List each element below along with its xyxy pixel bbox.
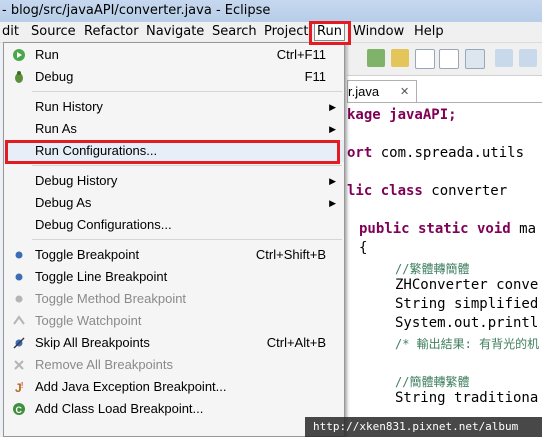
menu-item-skip-all-breakpoints[interactable]: Skip All Breakpoints Ctrl+Alt+B xyxy=(4,332,344,354)
menu-item-debug-configurations[interactable]: Debug Configurations... xyxy=(4,214,344,236)
code-comment: /* 輸出結果: 有背光的机 xyxy=(395,337,540,351)
menu-refactor[interactable]: Refactor xyxy=(82,22,141,42)
tab-divider xyxy=(347,102,542,103)
code-comment: //繁體轉簡體 xyxy=(395,262,470,276)
menu-item-debug[interactable]: Debug F11 xyxy=(4,66,344,88)
menu-item-run-history[interactable]: Run History ▶ xyxy=(4,96,344,118)
code-line: String simplified xyxy=(395,296,539,312)
menu-item-remove-all-breakpoints: Remove All Breakpoints xyxy=(4,354,344,376)
svg-text:!: ! xyxy=(21,381,23,390)
code-line: kage javaAPI; xyxy=(347,107,457,123)
svg-text:C: C xyxy=(16,405,23,415)
menu-item-add-java-exception-breakpoint[interactable]: J! Add Java Exception Breakpoint... xyxy=(4,376,344,398)
menu-item-debug-history[interactable]: Debug History ▶ xyxy=(4,170,344,192)
run-configurations-highlight-box xyxy=(5,140,340,164)
toolbar-view-icon[interactable] xyxy=(465,49,485,69)
run-icon xyxy=(13,49,25,61)
menu-navigate[interactable]: Navigate xyxy=(144,22,206,42)
menu-search[interactable]: Search xyxy=(210,22,259,42)
code-line: String traditiona xyxy=(395,390,539,406)
toolbar xyxy=(347,43,542,76)
menu-item-run-as[interactable]: Run As ▶ xyxy=(4,118,344,140)
toolbar-highlight-icon[interactable] xyxy=(391,49,409,67)
code-line: public static void ma xyxy=(359,221,537,237)
menu-window[interactable]: Window xyxy=(351,22,406,42)
toolbar-format-icon[interactable] xyxy=(415,49,435,69)
toolbar-prev-icon[interactable] xyxy=(519,49,537,67)
menu-separator xyxy=(32,239,342,240)
code-line: ort com.spreada.utils xyxy=(347,145,525,161)
menu-bar: dit Source Refactor Navigate Search Proj… xyxy=(0,22,542,43)
menu-source[interactable]: Source xyxy=(29,22,78,42)
menu-project[interactable]: Project xyxy=(262,22,310,42)
editor-tab-label: r.java xyxy=(348,84,380,99)
class-load-icon: C xyxy=(13,403,25,415)
close-icon[interactable]: ✕ xyxy=(400,81,409,102)
submenu-arrow-icon: ▶ xyxy=(329,124,336,134)
debug-icon xyxy=(15,71,23,83)
code-comment: //簡體轉繁體 xyxy=(395,375,470,389)
menu-item-toggle-watchpoint: Toggle Watchpoint xyxy=(4,310,344,332)
submenu-arrow-icon: ▶ xyxy=(329,176,336,186)
menu-help[interactable]: Help xyxy=(412,22,446,42)
breakpoint-icon xyxy=(15,295,23,303)
watermark: http://xken831.pixnet.net/album xyxy=(305,417,542,437)
submenu-arrow-icon: ▶ xyxy=(329,102,336,112)
menu-separator xyxy=(32,165,342,166)
menu-item-toggle-method-breakpoint: Toggle Method Breakpoint xyxy=(4,288,344,310)
code-line: { xyxy=(359,240,368,256)
menu-item-toggle-breakpoint[interactable]: Toggle Breakpoint Ctrl+Shift+B xyxy=(4,244,344,266)
menu-item-run[interactable]: Run Ctrl+F11 xyxy=(4,44,344,66)
submenu-arrow-icon: ▶ xyxy=(329,198,336,208)
run-menu-highlight-box xyxy=(309,21,351,45)
editor-tab[interactable]: r.java ✕ xyxy=(347,80,417,102)
toolbar-next-icon[interactable] xyxy=(495,49,513,67)
breakpoint-icon xyxy=(15,251,23,259)
code-line: ZHConverter conve xyxy=(395,277,539,293)
menu-item-debug-as[interactable]: Debug As ▶ xyxy=(4,192,344,214)
window-title: - blog/src/javaAPI/converter.java - Ecli… xyxy=(0,0,542,22)
breakpoint-icon xyxy=(15,273,23,281)
toolbar-run-icon[interactable] xyxy=(367,49,385,67)
menu-separator xyxy=(32,91,342,92)
menu-edit[interactable]: dit xyxy=(0,22,21,42)
code-line: System.out.printl xyxy=(395,315,539,331)
run-menu-dropdown: Run Ctrl+F11 Debug F11 Run History ▶ Run As… xyxy=(3,42,345,437)
code-editor[interactable]: r.java ✕ kage javaAPI; ort com.spreada.u… xyxy=(347,76,542,437)
menu-item-add-class-load-breakpoint[interactable]: C Add Class Load Breakpoint... xyxy=(4,398,344,420)
toolbar-paragraph-icon[interactable] xyxy=(439,49,459,69)
menu-item-toggle-line-breakpoint[interactable]: Toggle Line Breakpoint xyxy=(4,266,344,288)
skip-breakpoints-icon xyxy=(13,337,25,349)
code-line: lic class converter xyxy=(347,183,508,199)
java-exception-icon: J! xyxy=(15,381,23,394)
remove-breakpoints-icon xyxy=(14,360,24,370)
watchpoint-icon xyxy=(13,315,25,325)
